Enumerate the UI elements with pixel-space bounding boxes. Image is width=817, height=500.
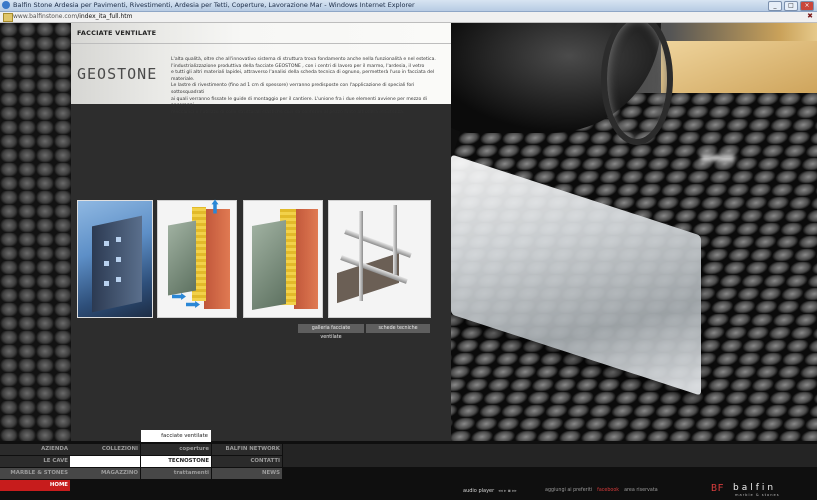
section-links: galleria facciate ventilate schede tecni… [298,324,430,340]
nav-coperture[interactable]: coperture [141,444,211,455]
geostone-logo: GEOSTONE [77,65,158,83]
cladding-panel [252,220,286,310]
url-host: www.balfinstone.com [13,13,78,20]
brick-wall [204,209,230,309]
vertical-rail [359,211,363,301]
nav-magazzino[interactable]: MAGAZZINO [70,468,140,479]
audio-controls-icon[interactable]: ◂◂ ▸ ▪ ▸▸ [498,489,517,494]
window-controls: _ □ × [768,1,814,11]
nav-news[interactable]: NEWS [212,468,282,479]
section-header: FACCIATE VENTILATE GEOSTONE L'alta quali… [71,23,451,115]
section-title: FACCIATE VENTILATE [77,29,157,37]
building-shape [92,215,142,313]
reserved-area-link[interactable]: area riservata [624,488,658,493]
thumbnail-ventilation-diagram[interactable] [157,200,237,318]
brand-tagline: marble & stones [735,493,780,497]
window-shape [104,281,109,286]
window-shape [116,257,121,262]
audio-player-label: audio player [463,488,495,494]
window-shape [104,241,109,246]
nav-contatti[interactable]: CONTATTI [212,456,282,467]
thumbnail-layer-diagram[interactable] [243,200,323,318]
nav-le-cave[interactable]: LE CAVE [0,456,70,467]
brick-wall [294,209,318,309]
nav-balfin-network[interactable]: BALFIN NETWORK [212,444,282,455]
description-line: meccanici e l'utilizzo di colle struttur… [171,109,405,115]
url-path: /index_ita_full.htm [77,13,133,20]
window-shape [104,261,109,266]
site-stage: FACCIATE VENTILATE GEOSTONE L'alta quali… [0,23,817,441]
content-panel: FACCIATE VENTILATE GEOSTONE L'alta quali… [71,23,451,441]
description-line: Le lastre di rivestimento (fino ad 1 cm … [171,83,415,95]
header-divider [71,43,451,44]
nav-home[interactable]: HOME [0,480,70,491]
maximize-button[interactable]: □ [784,1,798,11]
ie-logo-icon [2,1,10,9]
nav-trattamenti[interactable]: trattamenti [141,468,211,479]
description-line: L'alta qualità, oltre che all'innovativo… [171,57,436,62]
nav-collezioni-spacer [70,456,140,467]
minimize-button[interactable]: _ [768,1,782,11]
browser-title-bar: Balfin Stone Ardesia per Pavimenti, Rive… [0,0,817,12]
favorites-link[interactable]: aggiungi ai preferiti [545,488,592,493]
window-shape [116,237,121,242]
window-shape [116,277,121,282]
brand-name: balfin [733,483,777,493]
window-title: Balfin Stone Ardesia per Pavimenti, Rive… [13,1,415,9]
thumbnail-rail-system[interactable] [328,200,431,318]
croc-texture-left [0,23,71,441]
address-bar[interactable]: www.balfinstone.com/index_ita_full.htm ✖ [0,12,817,23]
facebook-link[interactable]: facebook [597,488,619,493]
nav-facciate-ventilate[interactable]: facciate ventilate [141,430,211,442]
close-tab-icon[interactable]: ✖ [807,12,813,20]
address-url[interactable]: www.balfinstone.com/index_ita_full.htm [13,13,132,20]
airflow-arrow-icon [186,301,200,308]
thumbnail-building-photo[interactable] [77,200,153,318]
nav-marble-stones[interactable]: MARBLE & STONES [0,468,70,479]
horizontal-rail [344,229,412,258]
vertical-rail [393,205,397,275]
nav-collezioni[interactable]: COLLEZIONI [70,444,140,455]
specs-link[interactable]: schede tecniche [366,324,430,333]
gallery-link[interactable]: galleria facciate ventilate [298,324,364,340]
cladding-panel [168,220,196,296]
page-icon [3,13,13,22]
description-line: e tutti gli altri materiali lapidei, att… [171,70,435,82]
close-window-button[interactable]: × [800,1,814,11]
hero-photo [451,23,817,441]
footer-links: aggiungi ai preferiti facebook area rise… [545,488,658,493]
nav-fill-band [283,444,817,467]
description-line: ai quali verranno fissate le guide di mo… [171,96,427,109]
nav-azienda[interactable]: AZIENDA [0,444,70,455]
audio-player: audio player ◂◂ ▸ ▪ ▸▸ [463,488,517,494]
description-text: L'alta qualità, oltre che all'innovativo… [171,57,443,116]
brand-monogram: BF [711,483,725,494]
nav-tecnostone[interactable]: TECNOSTONE [141,456,211,467]
light-reflection [701,155,735,161]
thumbnail-strip [77,200,437,318]
